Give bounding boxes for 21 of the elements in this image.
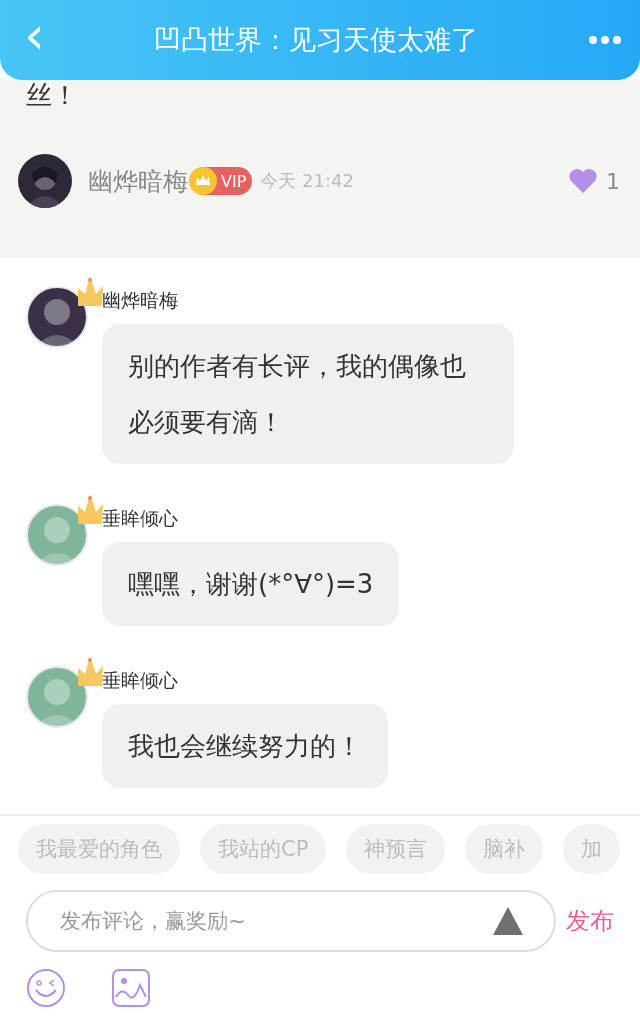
page-title: 凹凸世界：见习天使太难了 [153, 23, 480, 57]
emoji-icon[interactable] [26, 968, 66, 1008]
author-name: 幽烨暗梅 [88, 165, 188, 198]
triangle-icon[interactable] [492, 906, 524, 936]
author-name: 垂眸倾心 [102, 506, 178, 531]
comment-field[interactable]: 发布评论，赢奖励~ [26, 890, 556, 952]
post-time: 今天 21:42 [260, 169, 354, 193]
crown-icon [189, 167, 217, 195]
comment-bubble: 别的作者有长评，我的偶像也必须要有滴！ [102, 324, 514, 464]
vip-badge: VIP [190, 167, 253, 195]
post-text: 丝！ [26, 80, 79, 110]
like-count: 1 [606, 168, 620, 194]
more-icon[interactable] [588, 35, 622, 45]
comment-bubble: 嘿嘿，谢谢(*°∀°)=3 [102, 542, 400, 626]
back-button[interactable]: ‹ [14, 9, 55, 71]
send-button[interactable]: 发布 [566, 905, 614, 937]
image-icon[interactable] [112, 969, 150, 1007]
author-name: 垂眸倾心 [102, 668, 178, 693]
author-name: 幽烨暗梅 [102, 288, 178, 313]
heart-icon[interactable] [568, 168, 598, 194]
comment-bubble: 我也会继续努力的！ [102, 704, 388, 788]
